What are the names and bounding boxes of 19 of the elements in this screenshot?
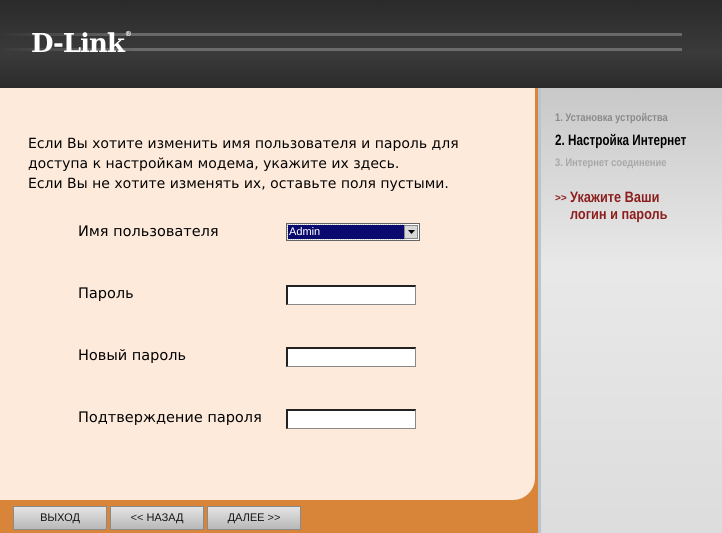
password-field[interactable]: [286, 285, 416, 305]
nav-button[interactable]: << НАЗАД: [110, 506, 204, 530]
password-field[interactable]: [286, 347, 416, 367]
logo: D-Link: [31, 29, 124, 59]
username-dropdown[interactable]: Admin: [286, 223, 420, 241]
field-label: Пароль: [78, 285, 135, 304]
intro-text: Если Вы хотите изменить имя пользователя и пароль для доступа к настройкам модема, укажите их здесь.: [28, 135, 460, 174]
hint-text: Укажите Ваши логин и пароль: [570, 189, 668, 223]
dropdown-arrow-icon: [408, 230, 414, 234]
step-item: 2. Настройка Интернет: [555, 132, 686, 149]
field-label: Подтверждение пароля: [78, 409, 263, 428]
step-item: 1. Установка устройства: [555, 112, 669, 124]
password-field[interactable]: [286, 409, 416, 429]
field-label: Новый пароль: [78, 347, 188, 366]
intro-text: Если Вы не хотите изменять их, оставьте поля пустыми.: [28, 175, 450, 194]
hint-marker: >>: [555, 192, 567, 206]
field-label: Имя пользователя: [78, 223, 220, 242]
nav-button[interactable]: ДАЛЕЕ >>: [207, 506, 301, 530]
nav-button[interactable]: ВЫХОД: [13, 506, 107, 530]
